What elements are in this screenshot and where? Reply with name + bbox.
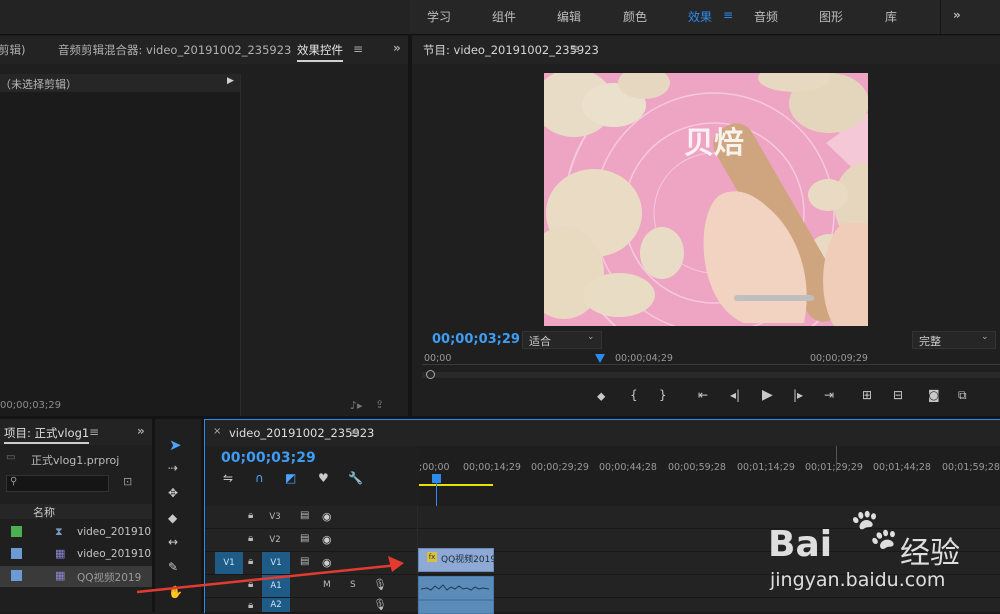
watermark-cn: 经验	[900, 536, 960, 571]
watermark-brand: Bai	[768, 524, 833, 565]
watermark: Bai 🐾︎ 经验 jingyan.baidu.com	[768, 502, 1000, 612]
paw-icon: 🐾︎	[846, 505, 902, 556]
watermark-url: jingyan.baidu.com	[770, 569, 946, 591]
